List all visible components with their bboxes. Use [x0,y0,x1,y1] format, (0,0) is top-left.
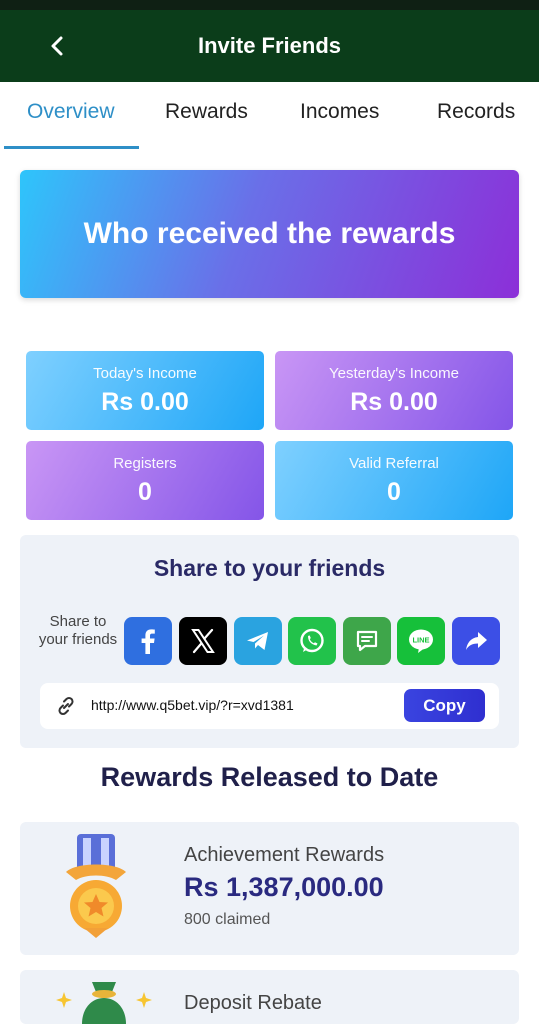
stat-value: 0 [138,478,152,506]
rewards-heading: Rewards Released to Date [100,762,439,792]
stat-label: Today's Income [93,365,197,382]
stat-label: Registers [113,455,177,472]
share-title: Share to your friends [153,555,386,581]
reward-title: Deposit Rebate [184,992,322,1014]
back-button[interactable] [40,28,76,64]
tab-records[interactable]: Records [437,100,515,124]
chevron-left-icon [51,36,63,56]
achievement-rewards-card[interactable]: Achievement Rewards Rs 1,387,000.00 800 … [20,822,519,955]
x-share-button[interactable] [179,617,227,665]
tab-rewards[interactable]: Rewards [165,100,248,124]
share-icon [466,632,487,650]
stat-today-income: Today's Income Rs 0.00 [26,351,264,430]
top-bar: Invite Friends [0,10,539,82]
whatsapp-icon [300,628,324,653]
invite-link-box: http://www.q5bet.vip/?r=xvd1381 Copy [40,683,499,729]
copy-button[interactable]: Copy [404,689,485,722]
tab-bar: Overview Rewards Incomes Records [0,82,539,150]
svg-text:LINE: LINE [412,636,429,645]
money-bag-icon [56,982,152,1024]
line-share-button[interactable]: LINE [397,617,445,665]
link-icon [58,696,74,716]
rewards-banner-text: Who received the rewards [83,217,456,250]
facebook-icon [141,629,155,654]
facebook-share-button[interactable] [124,617,172,665]
whatsapp-share-button[interactable] [288,617,336,665]
tab-incomes[interactable]: Incomes [300,100,379,124]
telegram-icon [247,632,268,650]
stat-label: Yesterday's Income [329,365,459,382]
medal-icon [66,834,126,938]
sms-share-button[interactable] [343,617,391,665]
invite-link-text: http://www.q5bet.vip/?r=xvd1381 [91,697,294,713]
reward-amount: Rs 1,387,000.00 [184,872,384,902]
rewards-banner[interactable]: Who received the rewards [20,170,519,298]
stat-value: Rs 0.00 [101,388,189,416]
line-icon: LINE [409,629,433,653]
deposit-rebate-card[interactable]: Deposit Rebate [20,970,519,1024]
page-title: Invite Friends [197,33,342,58]
stat-yesterday-income: Yesterday's Income Rs 0.00 [275,351,513,430]
tab-overview[interactable]: Overview [27,100,115,124]
stat-label: Valid Referral [349,455,439,472]
status-bar [0,0,539,10]
x-icon [191,628,215,654]
stat-valid-referral: Valid Referral 0 [275,441,513,520]
active-tab-indicator [4,146,139,149]
reward-title: Achievement Rewards [184,844,385,866]
more-share-button[interactable] [452,617,500,665]
sms-icon [356,630,378,652]
stat-value: 0 [387,478,401,506]
stat-registers: Registers 0 [26,441,264,520]
share-card: Share to your friends Share to your frie… [20,535,519,748]
reward-claimed-count: 800 claimed [184,911,271,928]
stat-value: Rs 0.00 [350,388,438,416]
telegram-share-button[interactable] [234,617,282,665]
share-label: Share to your friends [38,613,118,648]
